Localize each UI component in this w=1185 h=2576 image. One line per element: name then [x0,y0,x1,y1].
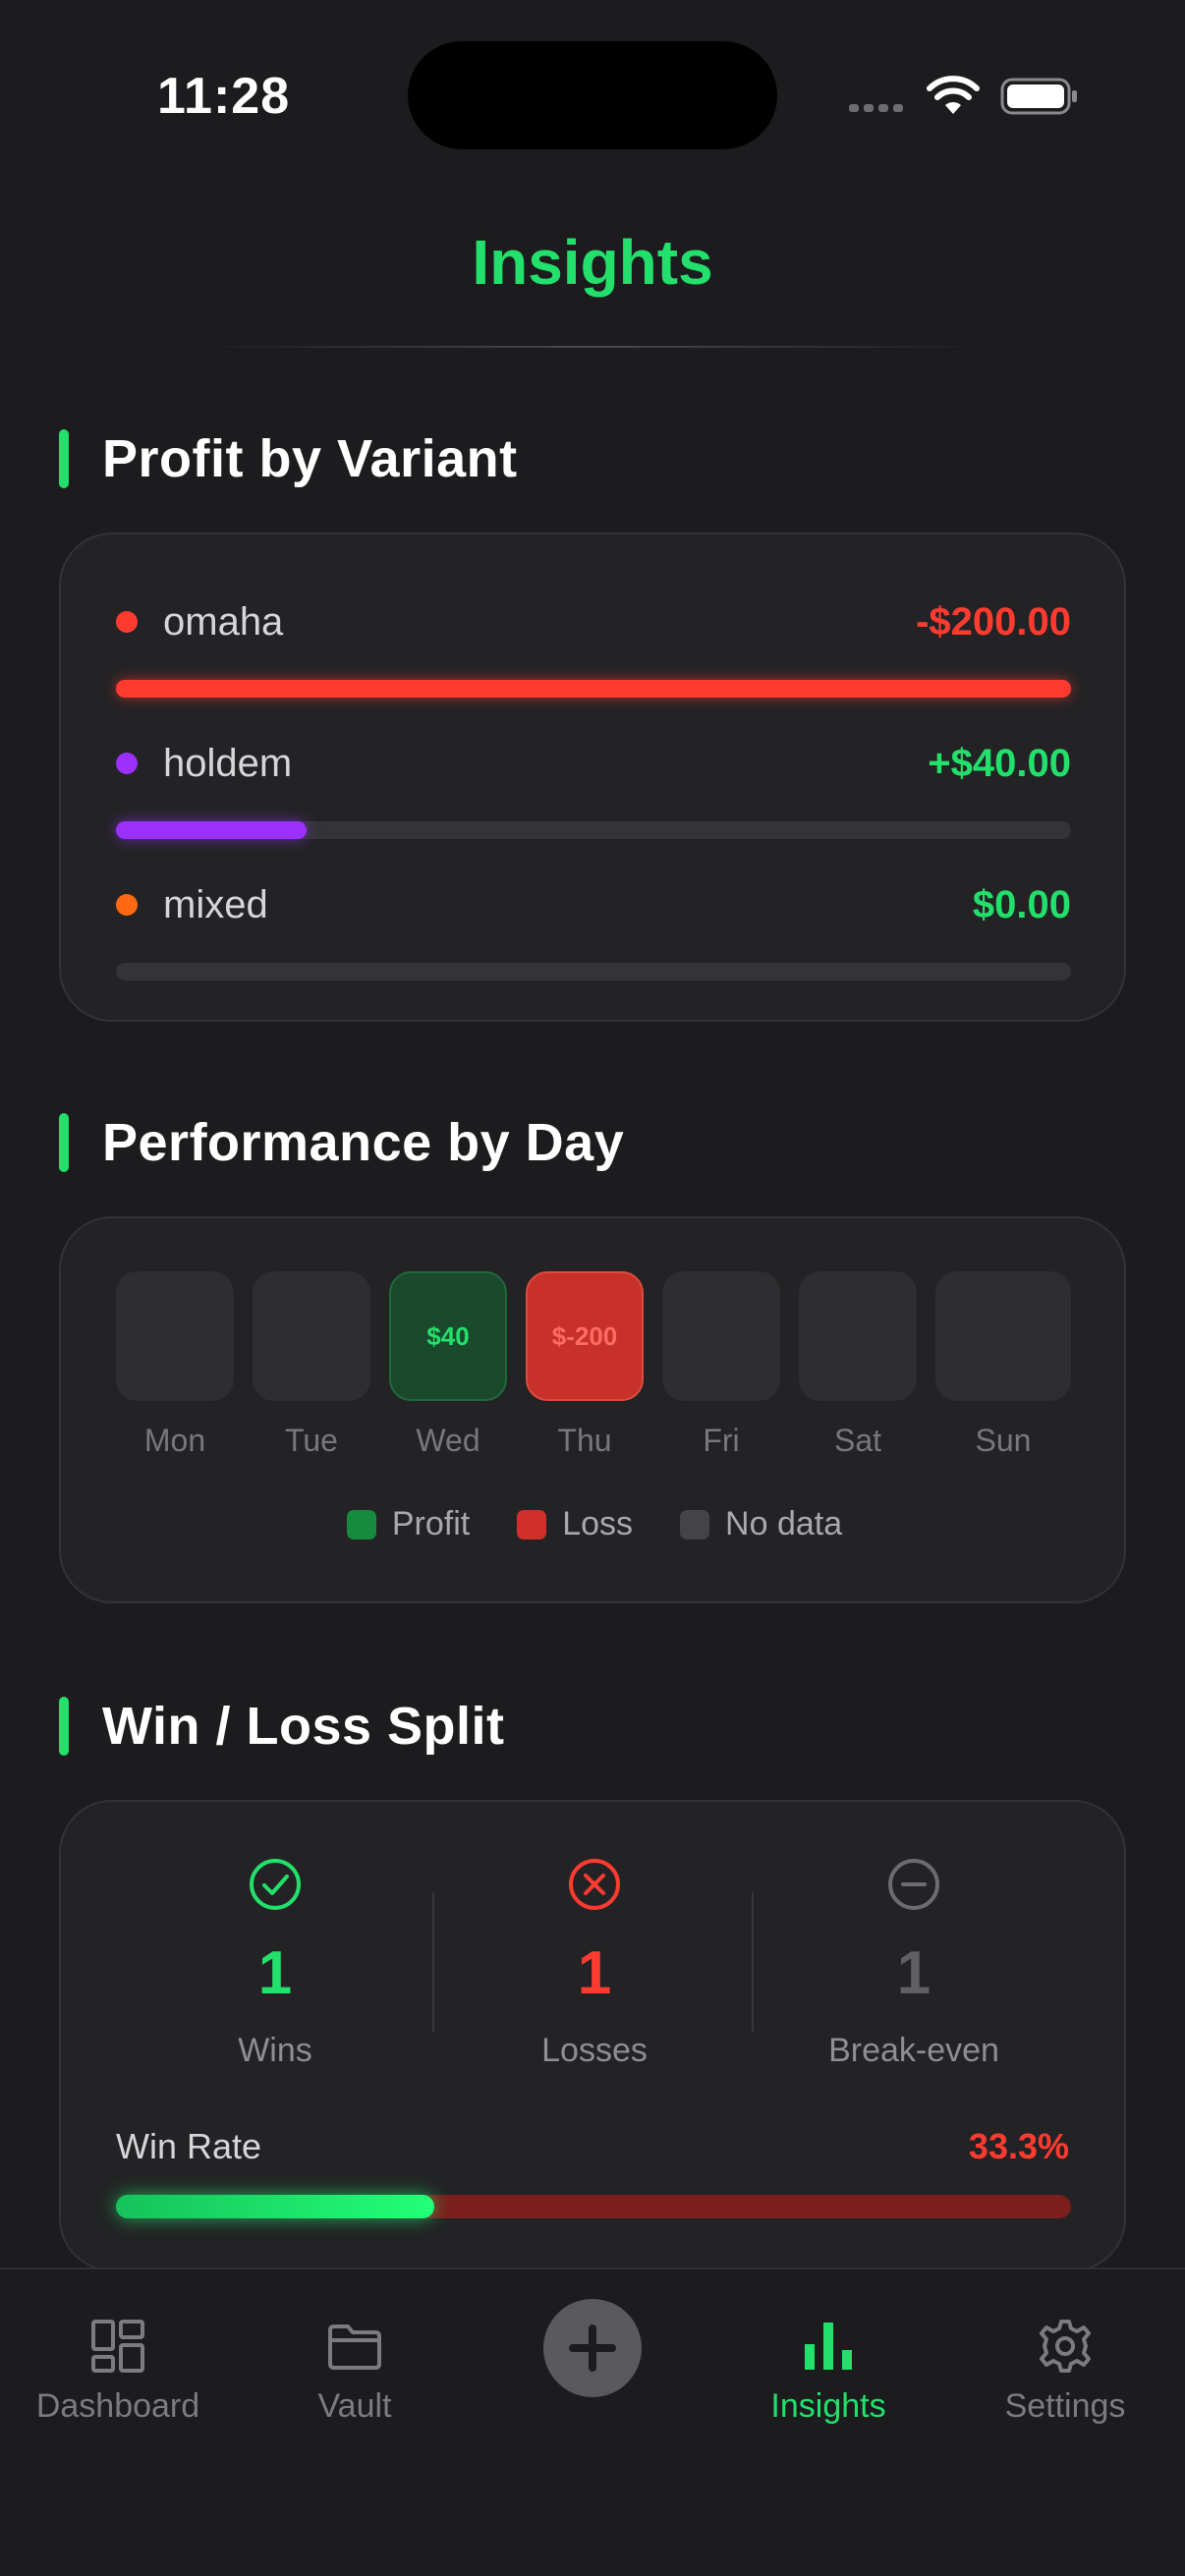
wifi-icon [927,76,980,114]
variant-bar-fill [116,680,1071,698]
battery-icon [1000,78,1077,115]
win-rate-track [116,2195,1071,2218]
minus-circle-icon [888,1859,939,1910]
section-accent-bar [59,429,69,488]
stat-divider [432,1892,434,2032]
tab-label: Settings [1004,2387,1126,2425]
variant-bar-track [116,963,1071,980]
legend-swatch-profit [346,1509,376,1540]
legend-item-profit: Profit [346,1505,471,1543]
status-bar: 11:28 [0,0,1185,196]
breakeven-label: Break-even [828,2032,999,2069]
day-box-sun[interactable] [935,1271,1071,1401]
variant-bar-track [116,680,1071,698]
stat-divider [752,1892,754,2032]
losses-label: Losses [541,2032,648,2069]
variant-dot [116,894,138,916]
section-title-day: Performance by Day [59,1112,624,1173]
legend-swatch-loss [517,1509,547,1540]
variant-bar-fill [116,821,307,839]
tab-settings[interactable]: Settings [947,2317,1183,2426]
day-label: Sat [833,1423,882,1458]
day-box-thu[interactable]: $-200 [526,1271,644,1401]
legend-label: No data [725,1505,843,1542]
dynamic-island [408,41,777,149]
day-card: $40 $-200 Mon Tue Wed Thu Fri Sat Sun Pr… [59,1216,1126,1603]
status-time: 11:28 [157,68,291,125]
day-label: Mon [143,1423,206,1458]
section-accent-bar [59,1113,69,1172]
variant-bar-track [116,821,1071,839]
tab-label: Dashboard [35,2387,200,2425]
day-label: Fri [703,1423,740,1458]
tab-label: Vault [317,2387,392,2425]
tab-vault[interactable]: Vault [237,2317,473,2426]
section-accent-bar [59,1697,69,1756]
section-title-winloss: Win / Loss Split [59,1696,505,1757]
day-box-wed[interactable]: $40 [389,1271,507,1401]
section-title-text: Performance by Day [102,1113,625,1172]
win-rate-fill [116,2195,434,2218]
variant-card: omaha -$200.00 holdem +$40.00 mixed $0.0… [59,532,1126,1022]
folder-icon [328,2324,381,2370]
breakeven-count: 1 [896,1939,931,2007]
gear-icon [1040,2320,1091,2373]
add-session-button[interactable] [543,2299,642,2397]
breakeven-stat: 1 Break-even [757,1857,1071,2070]
tab-label: Insights [770,2387,886,2425]
tab-dashboard[interactable]: Dashboard [0,2317,236,2426]
variant-amount: $0.00 [972,883,1071,926]
day-label: Wed [416,1423,480,1458]
tab-bar: Dashboard Vault Insights Settings [0,2268,1185,2576]
cellular-signal-icon [849,104,903,112]
insights-screen: 11:28 Insights Profit by Variant omaha -… [0,0,1185,2576]
day-box-sat[interactable] [799,1271,917,1401]
win-rate-value: 33.3% [968,2126,1069,2166]
day-label: Thu [557,1423,612,1458]
tab-insights[interactable]: Insights [710,2317,946,2426]
legend-label: Profit [391,1505,471,1542]
section-title-text: Profit by Variant [102,429,518,488]
x-circle-icon [569,1859,620,1910]
legend-item-nodata: No data [680,1505,842,1543]
day-box-tue[interactable] [253,1271,370,1401]
legend-swatch-nodata [680,1509,710,1540]
variant-name: omaha [163,600,284,644]
day-box-fri[interactable] [662,1271,780,1401]
variant-dot [116,753,138,774]
wins-count: 1 [257,1939,293,2007]
variant-dot [116,611,138,633]
wins-stat: 1 Wins [118,1857,432,2070]
variant-amount: +$40.00 [928,742,1071,785]
section-title-variant: Profit by Variant [59,428,518,489]
win-rate-label: Win Rate [116,2126,262,2166]
winloss-card: 1 Wins 1 Losses 1 Break-even Win Rate 33… [59,1800,1126,2271]
day-box-mon[interactable] [116,1271,234,1401]
legend-item-loss: Loss [517,1505,633,1543]
header-divider [197,346,988,348]
page-title: Insights [472,227,713,298]
wins-label: Wins [238,2032,312,2069]
variant-amount: -$200.00 [916,600,1071,644]
plus-icon [569,2324,616,2372]
losses-stat: 1 Losses [437,1857,752,2070]
variant-name: holdem [163,742,293,785]
legend-label: Loss [562,1505,634,1542]
bar-chart-icon [805,2323,852,2370]
losses-count: 1 [577,1939,612,2007]
day-label: Tue [285,1423,338,1458]
variant-name: mixed [163,883,268,926]
section-title-text: Win / Loss Split [102,1697,505,1756]
day-legend: Profit Loss No data [61,1505,1128,1543]
day-label: Sun [975,1423,1032,1458]
dashboard-icon [91,2320,144,2373]
check-circle-icon [250,1859,301,1910]
